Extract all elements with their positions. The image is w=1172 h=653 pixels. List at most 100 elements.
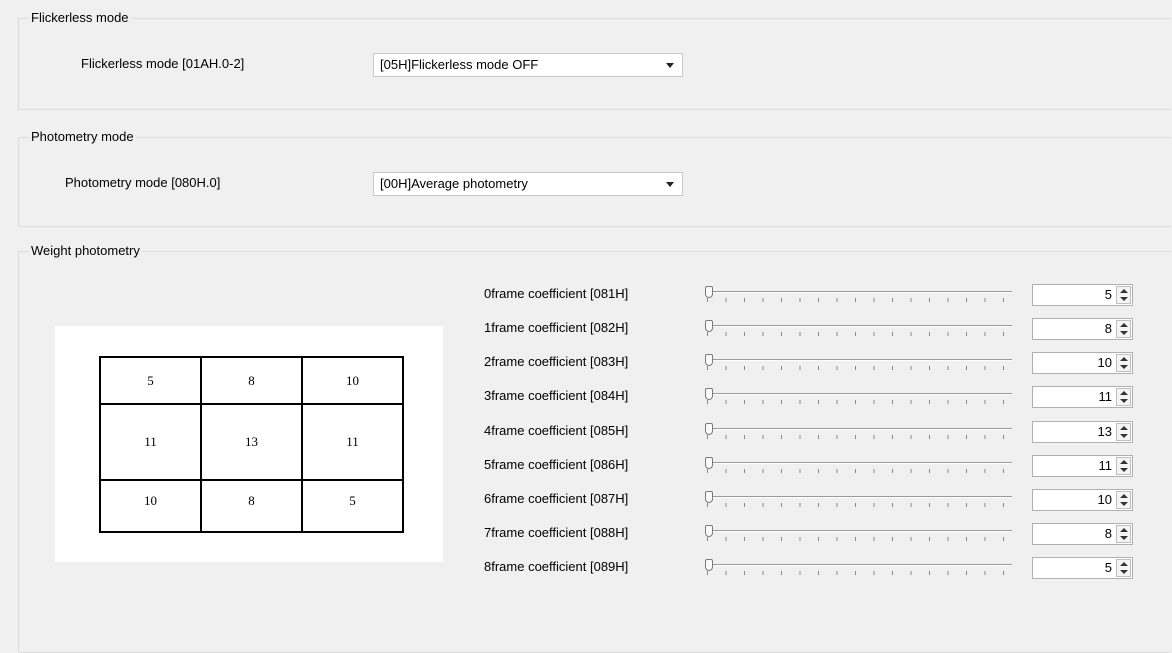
grid-cell: 10	[301, 356, 404, 405]
spin-buttons[interactable]	[1116, 286, 1131, 304]
photometry-mode-label: Photometry mode [080H.0]	[65, 175, 221, 190]
coefficient-slider[interactable]	[702, 318, 1012, 338]
slider-track	[709, 462, 1012, 464]
slider-ticks	[707, 332, 1008, 336]
arrow-up-icon[interactable]	[1120, 357, 1128, 361]
spin-buttons[interactable]	[1116, 388, 1131, 406]
coefficient-label: 0frame coefficient [081H]	[484, 286, 629, 301]
coefficient-spinbox[interactable]: 5	[1032, 557, 1133, 579]
arrow-up-icon[interactable]	[1120, 391, 1128, 395]
slider-track	[709, 530, 1012, 532]
slider-ticks	[707, 366, 1008, 370]
arrow-down-icon[interactable]	[1120, 297, 1128, 301]
slider-track	[709, 291, 1012, 293]
arrow-down-icon[interactable]	[1120, 570, 1128, 574]
arrow-up-icon[interactable]	[1120, 426, 1128, 430]
slider-track	[709, 325, 1012, 327]
slider-ticks	[707, 503, 1008, 507]
slider-ticks	[707, 537, 1008, 541]
coefficient-spinbox[interactable]: 10	[1032, 489, 1133, 511]
coefficient-row: 8frame coefficient [089H] 5	[484, 557, 1154, 581]
slider-thumb[interactable]	[705, 457, 713, 469]
coefficient-spinbox[interactable]: 13	[1032, 421, 1133, 443]
slider-thumb[interactable]	[705, 286, 713, 298]
coefficient-spinbox[interactable]: 8	[1032, 318, 1133, 340]
coefficient-value: 8	[1104, 321, 1112, 336]
coefficient-slider[interactable]	[702, 523, 1012, 543]
spin-buttons[interactable]	[1116, 491, 1131, 509]
coefficient-label: 6frame coefficient [087H]	[484, 491, 629, 506]
arrow-down-icon[interactable]	[1120, 536, 1128, 540]
slider-thumb[interactable]	[705, 491, 713, 503]
grid-cell: 11	[99, 403, 202, 481]
coefficient-slider[interactable]	[702, 489, 1012, 509]
spin-buttons[interactable]	[1116, 559, 1131, 577]
grid-cell: 13	[200, 403, 303, 481]
slider-ticks	[707, 571, 1008, 575]
coefficient-row: 5frame coefficient [086H] 11	[484, 455, 1154, 479]
arrow-up-icon[interactable]	[1120, 562, 1128, 566]
coefficient-spinbox[interactable]: 8	[1032, 523, 1133, 545]
weight-grid-panel: 5 8 10 11 13 11 10 8 5	[55, 326, 443, 562]
grid-cell: 5	[99, 356, 202, 405]
arrow-up-icon[interactable]	[1120, 494, 1128, 498]
slider-thumb[interactable]	[705, 559, 713, 571]
slider-thumb[interactable]	[705, 423, 713, 435]
coefficient-spinbox[interactable]: 5	[1032, 284, 1133, 306]
grid-cell: 5	[301, 479, 404, 533]
slider-thumb[interactable]	[705, 388, 713, 400]
arrow-down-icon[interactable]	[1120, 399, 1128, 403]
flickerless-mode-dropdown[interactable]: [05H]Flickerless mode OFF	[373, 53, 683, 77]
arrow-down-icon[interactable]	[1120, 331, 1128, 335]
slider-thumb[interactable]	[705, 354, 713, 366]
coefficient-row: 0frame coefficient [081H] 5	[484, 284, 1154, 308]
coefficient-label: 4frame coefficient [085H]	[484, 423, 629, 438]
grid-cell: 10	[99, 479, 202, 533]
photometry-mode-dropdown[interactable]: [00H]Average photometry	[373, 172, 683, 196]
coefficient-label: 5frame coefficient [086H]	[484, 457, 629, 472]
arrow-down-icon[interactable]	[1120, 468, 1128, 472]
slider-track	[709, 428, 1012, 430]
coefficient-row: 6frame coefficient [087H] 10	[484, 489, 1154, 513]
arrow-up-icon[interactable]	[1120, 323, 1128, 327]
spin-buttons[interactable]	[1116, 320, 1131, 338]
slider-track	[709, 496, 1012, 498]
arrow-down-icon[interactable]	[1120, 434, 1128, 438]
coefficient-slider[interactable]	[702, 455, 1012, 475]
spin-buttons[interactable]	[1116, 525, 1131, 543]
coefficient-slider[interactable]	[702, 284, 1012, 304]
slider-track	[709, 359, 1012, 361]
spin-buttons[interactable]	[1116, 423, 1131, 441]
slider-ticks	[707, 400, 1008, 404]
arrow-down-icon[interactable]	[1120, 502, 1128, 506]
spin-buttons[interactable]	[1116, 354, 1131, 372]
arrow-up-icon[interactable]	[1120, 460, 1128, 464]
coefficient-value: 5	[1104, 287, 1112, 302]
arrow-up-icon[interactable]	[1120, 289, 1128, 293]
spin-buttons[interactable]	[1116, 457, 1131, 475]
arrow-up-icon[interactable]	[1120, 528, 1128, 532]
coefficient-value: 13	[1097, 424, 1112, 439]
coefficient-label: 8frame coefficient [089H]	[484, 559, 629, 574]
coefficient-row: 4frame coefficient [085H] 13	[484, 421, 1154, 445]
coefficient-slider[interactable]	[702, 386, 1012, 406]
arrow-down-icon[interactable]	[1120, 365, 1128, 369]
coefficient-slider[interactable]	[702, 557, 1012, 577]
coefficient-value: 8	[1104, 526, 1112, 541]
coefficient-slider[interactable]	[702, 421, 1012, 441]
coefficient-spinbox[interactable]: 11	[1032, 386, 1133, 408]
coefficient-spinbox[interactable]: 10	[1032, 352, 1133, 374]
chevron-down-icon	[666, 182, 674, 187]
coefficient-slider[interactable]	[702, 352, 1012, 372]
coefficient-spinbox[interactable]: 11	[1032, 455, 1133, 477]
coefficient-label: 1frame coefficient [082H]	[484, 320, 629, 335]
slider-thumb[interactable]	[705, 525, 713, 537]
slider-ticks	[707, 469, 1008, 473]
coefficient-row: 2frame coefficient [083H] 10	[484, 352, 1154, 376]
weight-grid: 5 8 10 11 13 11 10 8 5	[99, 356, 404, 533]
coefficient-value: 10	[1097, 355, 1112, 370]
photometry-mode-group: Photometry mode Photometry mode [080H.0]…	[18, 129, 1171, 227]
flickerless-mode-group: Flickerless mode Flickerless mode [01AH.…	[18, 10, 1171, 110]
photometry-mode-selected-value: [00H]Average photometry	[380, 176, 528, 191]
slider-thumb[interactable]	[705, 320, 713, 332]
